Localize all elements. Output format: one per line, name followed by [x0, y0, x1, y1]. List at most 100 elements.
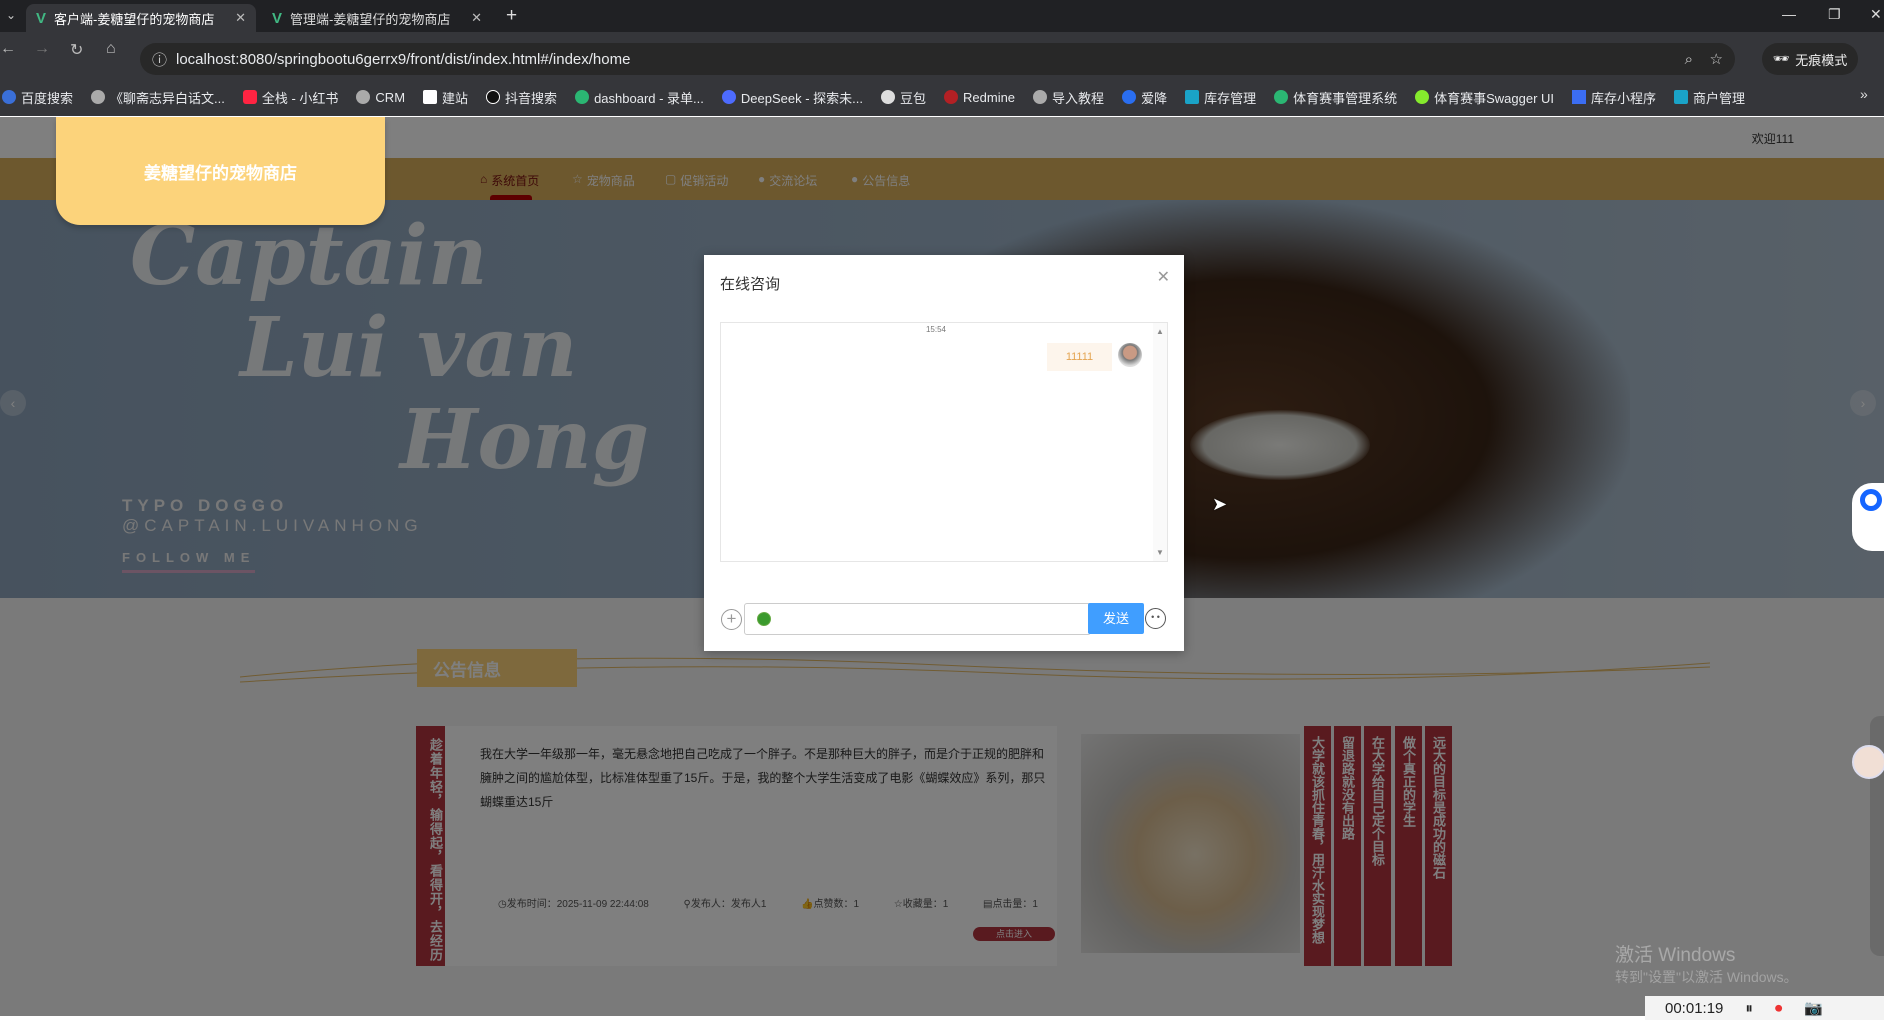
url-text: localhost:8080/springbootu6gerrx9/front/…: [176, 50, 631, 68]
back-icon[interactable]: ←: [0, 40, 16, 58]
reload-icon[interactable]: ↻: [70, 40, 83, 60]
tab-label: 管理端-姜糖望仔的宠物商店: [290, 11, 451, 27]
tab-client[interactable]: V 客户端-姜糖望仔的宠物商店 ✕: [26, 4, 256, 32]
bookmark[interactable]: 百度搜索: [2, 88, 73, 107]
douyin-icon: [486, 90, 501, 104]
bookmark[interactable]: 库存小程序: [1572, 88, 1656, 107]
bookmark-label: DeepSeek - 探索未...: [740, 90, 863, 106]
bookmarks-bar: 百度搜索 《聊斋志异白话文... 全栈 - 小红书 CRM 建站 抖音搜索 da…: [0, 84, 1860, 110]
assistant-icon: [1860, 489, 1882, 511]
bookmark[interactable]: 抖音搜索: [486, 88, 557, 107]
bookmark[interactable]: 豆包: [881, 88, 926, 107]
chat-history[interactable]: 15:54 11111 ▲ ▼: [720, 322, 1168, 562]
recording-bar: 00:01:19 ⏸ ⏺ 📷: [1645, 996, 1884, 1020]
bookmark[interactable]: 全栈 - 小红书: [242, 88, 338, 107]
swagger-icon: [1415, 90, 1430, 104]
new-tab-button[interactable]: +: [506, 5, 517, 27]
assistant-avatar[interactable]: [1852, 745, 1884, 779]
xiaohongshu-icon: [242, 90, 257, 104]
bookmark[interactable]: 导入教程: [1033, 88, 1104, 107]
vue-icon: [1274, 90, 1289, 104]
incognito-icon: 🕶: [1772, 51, 1790, 66]
message-input[interactable]: [744, 603, 1091, 635]
bookmark[interactable]: 库存管理: [1185, 88, 1256, 107]
bookmark-label: 《聊斋志异白话文...: [110, 90, 225, 106]
bookmark-label: 百度搜索: [21, 90, 74, 106]
minimize-button[interactable]: —: [1782, 6, 1796, 22]
incognito-label: 无痕模式: [1795, 52, 1848, 68]
emoji-in-input-icon: [757, 612, 771, 626]
restore-button[interactable]: ❐: [1828, 6, 1841, 23]
recording-timer: 00:01:19: [1665, 999, 1724, 1017]
bookmark-label: 商户管理: [1693, 90, 1746, 106]
bookmark-label: 建站: [442, 90, 469, 106]
vue-icon: V: [36, 9, 47, 27]
app-icon: [1674, 90, 1689, 104]
globe-icon: [1033, 90, 1048, 104]
add-attachment-icon[interactable]: +: [721, 609, 742, 630]
tab-label: 客户端-姜糖望仔的宠物商店: [54, 11, 215, 27]
bookmark-label: Redmine: [963, 89, 1016, 105]
vue-icon: V: [272, 9, 283, 27]
bookmark[interactable]: DeepSeek - 探索未...: [721, 88, 863, 107]
incognito-badge[interactable]: 🕶 无痕模式: [1762, 43, 1858, 75]
message-bubble: 11111: [1047, 343, 1112, 371]
globe-icon: [91, 90, 106, 104]
scroll-up-icon[interactable]: ▲: [1156, 327, 1164, 336]
close-window-button[interactable]: ✕: [1870, 6, 1882, 23]
site-logo[interactable]: 姜糖望仔的宠物商店: [56, 117, 385, 225]
forward-icon[interactable]: →: [34, 40, 50, 58]
bookmark-label: 体育赛事管理系统: [1293, 90, 1398, 106]
baidu-icon: [2, 90, 16, 104]
bookmark[interactable]: Redmine: [944, 90, 1015, 105]
globe-icon: [356, 90, 371, 104]
shield-icon: [1122, 90, 1137, 104]
vue-icon: [575, 90, 590, 104]
more-bookmarks-icon[interactable]: »: [1860, 86, 1868, 102]
browser-tab-bar: ⌄ V 客户端-姜糖望仔的宠物商店 ✕ V 管理端-姜糖望仔的宠物商店 ✕ + — ❐ …: [0, 0, 1884, 32]
camera-icon[interactable]: 📷: [1804, 999, 1823, 1017]
site-info-icon[interactable]: ⓘ: [152, 49, 167, 70]
emoji-picker-icon[interactable]: • •: [1145, 608, 1166, 629]
bookmark-label: 爱降: [1141, 90, 1168, 106]
bookmark[interactable]: 体育赛事管理系统: [1274, 88, 1397, 107]
floating-assistant-widget[interactable]: [1852, 483, 1884, 551]
close-icon[interactable]: ✕: [1157, 267, 1170, 287]
tab-list-icon[interactable]: ⌄: [6, 8, 16, 22]
bookmark-label: 库存小程序: [1591, 90, 1657, 106]
bookmark-label: 抖音搜索: [505, 90, 558, 106]
bookmark-label: 体育赛事Swagger UI: [1434, 90, 1555, 106]
zoom-icon[interactable]: ⌕: [1685, 51, 1693, 68]
bookmark[interactable]: CRM: [356, 90, 405, 105]
bookmark[interactable]: dashboard - 录单...: [575, 88, 704, 107]
close-tab-icon[interactable]: ✕: [471, 10, 482, 26]
activation-watermark-sub: 转到"设置"以激活 Windows。: [1615, 969, 1798, 985]
deepseek-icon: [721, 90, 736, 104]
bookmark[interactable]: 商户管理: [1674, 88, 1745, 107]
address-bar[interactable]: ⓘ localhost:8080/springbootu6gerrx9/front…: [140, 43, 1735, 75]
stop-record-icon[interactable]: ⏺: [1775, 1000, 1783, 1017]
scroll-down-icon[interactable]: ▼: [1156, 548, 1164, 557]
bookmark-label: 豆包: [900, 90, 927, 106]
close-tab-icon[interactable]: ✕: [235, 10, 246, 26]
scrollbar[interactable]: ▲ ▼: [1153, 323, 1167, 561]
pause-icon[interactable]: ⏸: [1745, 1000, 1753, 1017]
site-icon: [423, 90, 438, 104]
bookmark[interactable]: 爱降: [1122, 88, 1167, 107]
bookmark-label: dashboard - 录单...: [594, 90, 704, 106]
bookmark-label: 导入教程: [1052, 90, 1105, 106]
redmine-icon: [944, 90, 959, 104]
bookmark[interactable]: 体育赛事Swagger UI: [1415, 88, 1554, 107]
bookmark-star-icon[interactable]: ☆: [1710, 50, 1723, 68]
home-icon[interactable]: ⌂: [106, 40, 116, 58]
online-consult-dialog: 在线咨询 ✕ 15:54 11111 ▲ ▼ + 发送 • •: [704, 255, 1184, 651]
bookmark[interactable]: 《聊斋志异白话文...: [91, 88, 225, 107]
send-button[interactable]: 发送: [1088, 603, 1144, 634]
bookmark-label: 库存管理: [1204, 90, 1257, 106]
doubao-icon: [881, 90, 895, 104]
triangle-icon: [1572, 90, 1587, 104]
app-icon: [1185, 90, 1200, 104]
tab-admin[interactable]: V 管理端-姜糖望仔的宠物商店 ✕: [262, 4, 492, 32]
bookmark-label: CRM: [375, 89, 406, 105]
bookmark[interactable]: 建站: [423, 88, 468, 107]
